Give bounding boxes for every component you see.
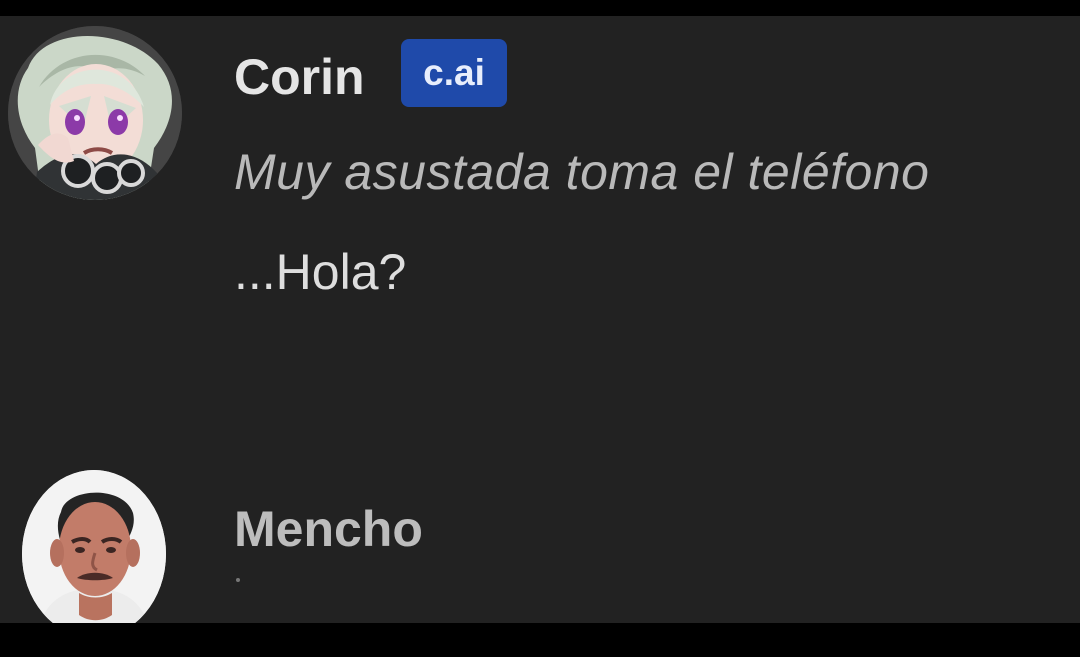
ai-badge: c.ai xyxy=(401,39,507,107)
person-photo-icon xyxy=(22,470,166,623)
avatar[interactable] xyxy=(8,26,182,200)
typing-indicator-dot xyxy=(236,578,240,582)
anime-avatar-icon xyxy=(8,26,182,200)
chat-panel[interactable]: Corin c.ai Muy asustada toma el teléfono… xyxy=(0,16,1080,623)
author-name: Corin xyxy=(234,49,365,105)
avatar[interactable] xyxy=(22,470,166,623)
roleplay-action-text: Muy asustada toma el teléfono xyxy=(234,144,930,200)
message-item: Mencho xyxy=(0,466,1080,623)
message-text: ...Hola? xyxy=(234,244,407,300)
chat-screen: Corin c.ai Muy asustada toma el teléfono… xyxy=(0,0,1080,657)
author-name: Mencho xyxy=(234,501,423,557)
message-item: Corin c.ai Muy asustada toma el teléfono… xyxy=(0,16,1080,316)
